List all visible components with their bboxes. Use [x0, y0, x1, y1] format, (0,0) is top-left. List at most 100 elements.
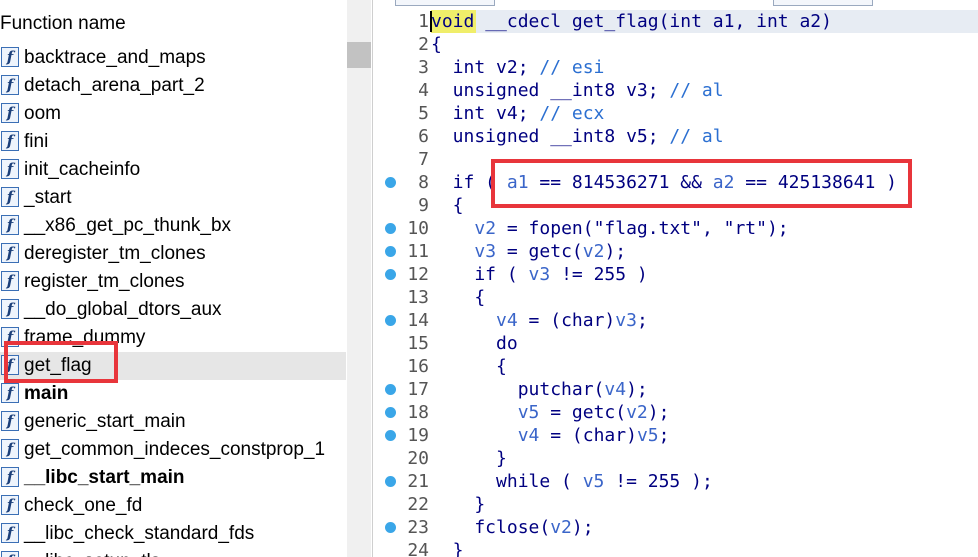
code-comment: // esi: [539, 57, 605, 78]
function-item[interactable]: f register_tm_clones: [0, 268, 346, 296]
code-line[interactable]: 20 }: [373, 447, 978, 470]
code-text: v2 = fopen("flag.txt", "rt");: [431, 217, 789, 240]
code-token: = getc(: [539, 402, 627, 423]
function-icon: f: [1, 131, 19, 151]
code-text: {: [431, 33, 442, 56]
tab-pseudocode[interactable]: [395, 0, 495, 6]
code-token: putchar(: [431, 379, 605, 400]
code-token: == 814536271 &&: [528, 172, 713, 193]
line-number: 23: [407, 517, 429, 538]
code-line[interactable]: 24 }: [373, 539, 978, 557]
function-item[interactable]: f backtrace_and_maps: [0, 44, 346, 72]
code-text: unsigned __int8 v5; // al: [431, 125, 724, 148]
function-item[interactable]: f main: [0, 380, 346, 408]
function-list-scrollbar[interactable]: [347, 0, 371, 557]
code-text: v4 = (char)v5;: [431, 424, 670, 447]
code-line[interactable]: 10 v2 = fopen("flag.txt", "rt");: [373, 217, 978, 240]
code-line[interactable]: 8 if ( a1 == 814536271 && a2 == 42513864…: [373, 171, 978, 194]
code-text: fclose(v2);: [431, 516, 593, 539]
function-item-label: get_flag: [24, 355, 92, 376]
text-cursor: [430, 11, 432, 32]
function-item[interactable]: f get_common_indeces_constprop_1: [0, 436, 346, 464]
code-line[interactable]: 11 v3 = getc(v2);: [373, 240, 978, 263]
function-item[interactable]: f __x86_get_pc_thunk_bx: [0, 212, 346, 240]
code-text: v3 = getc(v2);: [431, 240, 626, 263]
function-icon: f: [1, 467, 19, 487]
function-item[interactable]: f oom: [0, 100, 346, 128]
function-list-header[interactable]: Function name: [0, 8, 346, 38]
function-icon: f: [1, 215, 19, 235]
line-number: 15: [407, 333, 429, 354]
code-token: = (char): [539, 425, 637, 446]
function-item[interactable]: f detach_arena_part_2: [0, 72, 346, 100]
code-token: = fopen("flag.txt", "rt");: [496, 218, 789, 239]
function-item[interactable]: f __libc_check_standard_fds: [0, 520, 346, 548]
code-token: != 255 ): [550, 264, 648, 285]
function-item[interactable]: f init_cacheinfo: [0, 156, 346, 184]
code-line[interactable]: 15 do: [373, 332, 978, 355]
code-line[interactable]: 14 v4 = (char)v3;: [373, 309, 978, 332]
code-token: unsigned __int8 v3;: [431, 80, 670, 101]
line-number: 18: [407, 402, 429, 423]
scrollbar-thumb[interactable]: [347, 42, 371, 68]
code-text: }: [431, 539, 464, 557]
code-token: int v2;: [431, 57, 540, 78]
function-item[interactable]: f frame_dummy: [0, 324, 346, 352]
function-item[interactable]: f __libc_start_main: [0, 464, 346, 492]
function-item-label: oom: [24, 103, 61, 124]
code-comment: // ecx: [539, 103, 605, 124]
line-number: 5: [418, 103, 429, 124]
code-text: int v2; // esi: [431, 56, 605, 79]
function-icon: f: [1, 551, 19, 557]
function-item[interactable]: f _start: [0, 184, 346, 212]
code-text: if ( v3 != 255 ): [431, 263, 648, 286]
code-token: int v4;: [431, 103, 540, 124]
code-line[interactable]: 13 {: [373, 286, 978, 309]
code-variable: v3: [615, 310, 637, 331]
function-item[interactable]: f check_one_fd: [0, 492, 346, 520]
code-line[interactable]: 1 void __cdecl get_flag(int a1, int a2): [373, 10, 978, 33]
function-icon: f: [1, 383, 19, 403]
code-line[interactable]: 21 while ( v5 != 255 );: [373, 470, 978, 493]
code-text: int v4; // ecx: [431, 102, 605, 125]
code-variable: v3: [474, 241, 497, 262]
code-variable: v4: [604, 379, 627, 400]
function-item[interactable]: f deregister_tm_clones: [0, 240, 346, 268]
function-item-label: _start: [24, 187, 72, 208]
code-variable: a1: [506, 172, 529, 193]
code-line[interactable]: 4 unsigned __int8 v3; // al: [373, 79, 978, 102]
code-token: );: [604, 241, 627, 262]
code-line[interactable]: 19 v4 = (char)v5;: [373, 424, 978, 447]
code-variable: a2: [712, 172, 735, 193]
code-line[interactable]: 7: [373, 148, 978, 171]
code-line[interactable]: 16 {: [373, 355, 978, 378]
code-text: }: [431, 447, 507, 470]
code-text: unsigned __int8 v3; // al: [431, 79, 724, 102]
code-token: while (: [431, 471, 583, 492]
function-item[interactable]: f get_flag: [0, 352, 346, 380]
code-line[interactable]: 6 unsigned __int8 v5; // al: [373, 125, 978, 148]
line-number: 22: [407, 494, 429, 515]
code-line[interactable]: 9 {: [373, 194, 978, 217]
code-line[interactable]: 2{: [373, 33, 978, 56]
tab-other[interactable]: [773, 0, 873, 6]
code-line[interactable]: 12 if ( v3 != 255 ): [373, 263, 978, 286]
code-line[interactable]: 22 }: [373, 493, 978, 516]
code-line[interactable]: 17 putchar(v4);: [373, 378, 978, 401]
column-header-function-name[interactable]: Function name: [0, 13, 126, 35]
code-text: }: [431, 493, 485, 516]
code-variable: v2: [582, 241, 605, 262]
function-item[interactable]: f fini: [0, 128, 346, 156]
code-line[interactable]: 23 fclose(v2);: [373, 516, 978, 539]
function-item[interactable]: f __libc_setup_tls: [0, 548, 346, 557]
code-line[interactable]: 18 v5 = getc(v2);: [373, 401, 978, 424]
function-item[interactable]: f generic_start_main: [0, 408, 346, 436]
line-number: 12: [407, 264, 429, 285]
code-line[interactable]: 5 int v4; // ecx: [373, 102, 978, 125]
code-line[interactable]: 3 int v2; // esi: [373, 56, 978, 79]
line-number: 14: [407, 310, 429, 331]
function-item[interactable]: f __do_global_dtors_aux: [0, 296, 346, 324]
code-comment: // al: [669, 80, 724, 101]
code-token: {: [431, 356, 507, 377]
